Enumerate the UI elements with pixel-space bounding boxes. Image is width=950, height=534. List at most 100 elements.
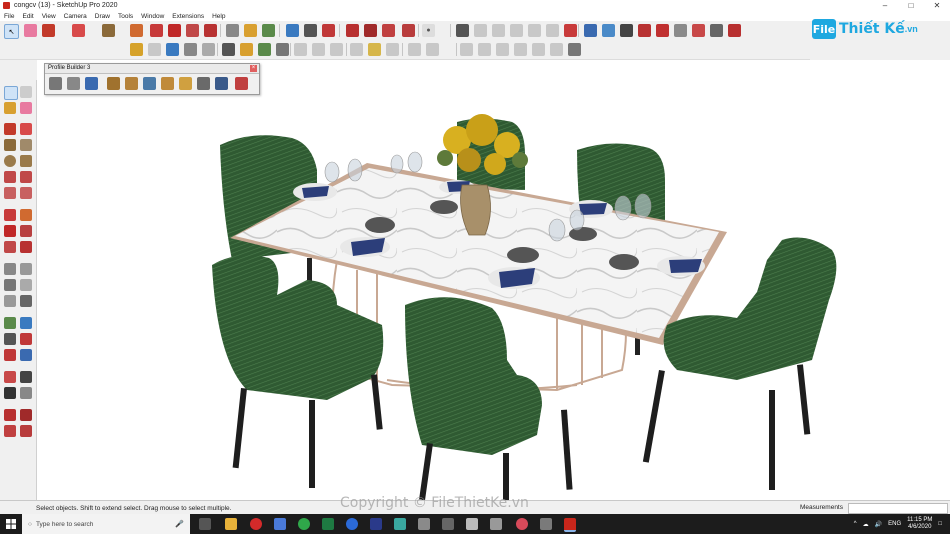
sandbox-icon[interactable]: [130, 43, 143, 56]
account-icon[interactable]: ●: [422, 24, 435, 37]
section-plane-icon[interactable]: [638, 24, 651, 37]
zoom-window-icon[interactable]: [20, 333, 32, 345]
file-explorer-icon[interactable]: [225, 518, 237, 530]
left-view-icon[interactable]: [564, 24, 577, 37]
scale-icon[interactable]: [4, 241, 16, 253]
scenes-icon[interactable]: [514, 43, 527, 56]
measurements-input[interactable]: [848, 503, 948, 514]
pb-path-icon[interactable]: [49, 77, 62, 90]
start-button[interactable]: [0, 514, 22, 534]
pb-profile-icon[interactable]: [125, 77, 138, 90]
zoom-extents-icon[interactable]: [4, 349, 16, 361]
front-center-chair[interactable]: [405, 297, 573, 500]
move-icon[interactable]: [4, 209, 16, 221]
menu-edit[interactable]: Edit: [18, 13, 37, 20]
app-icon-blue[interactable]: [274, 518, 286, 530]
look-around-icon[interactable]: [20, 371, 32, 383]
outliner-icon[interactable]: [496, 43, 509, 56]
chrome-icon[interactable]: [298, 518, 310, 530]
pb-delete-icon[interactable]: [235, 77, 248, 90]
top-view-icon[interactable]: [492, 24, 505, 37]
rectangle-tool-icon[interactable]: [102, 24, 115, 37]
move-tool-icon[interactable]: [150, 24, 163, 37]
zoom-tool-icon[interactable]: [304, 24, 317, 37]
pb-options-icon[interactable]: [215, 77, 228, 90]
rotated-rectangle-icon[interactable]: [20, 139, 32, 151]
app-icon-teal[interactable]: [394, 518, 406, 530]
hidden-line-icon[interactable]: [350, 43, 363, 56]
axes-tool-icon[interactable]: [674, 24, 687, 37]
menu-window[interactable]: Window: [137, 13, 168, 20]
offset-tool-icon[interactable]: [204, 24, 217, 37]
pb-assembly-icon[interactable]: [143, 77, 156, 90]
text-tool-icon[interactable]: [656, 24, 669, 37]
geo-location-icon[interactable]: [568, 43, 581, 56]
follow-me-icon[interactable]: [20, 225, 32, 237]
axes-icon[interactable]: [4, 295, 16, 307]
dimension-tool-icon[interactable]: [692, 24, 705, 37]
browser-icon[interactable]: [346, 518, 358, 530]
protractor-icon[interactable]: [710, 24, 723, 37]
app-icon-silver[interactable]: [490, 518, 502, 530]
camera-icon[interactable]: [456, 24, 469, 37]
add-detail-icon[interactable]: [202, 43, 215, 56]
rectangle-icon[interactable]: [4, 139, 16, 151]
layer-icon[interactable]: [426, 43, 439, 56]
layout-icon[interactable]: [382, 24, 395, 37]
position-camera-icon[interactable]: [4, 371, 16, 383]
layout-send-icon[interactable]: [20, 425, 32, 437]
shaded-icon[interactable]: [368, 43, 381, 56]
two-point-arc-icon[interactable]: [20, 171, 32, 183]
orbit-tool-icon[interactable]: [262, 24, 275, 37]
smoove-icon[interactable]: [148, 43, 161, 56]
position-camera-icon[interactable]: [602, 24, 615, 37]
pb-build-icon[interactable]: [107, 77, 120, 90]
task-view-icon[interactable]: [199, 518, 211, 530]
scale-tool-icon[interactable]: [186, 24, 199, 37]
menu-tools[interactable]: Tools: [114, 13, 137, 20]
wireframe-icon[interactable]: [330, 43, 343, 56]
extension-warehouse-icon[interactable]: [4, 425, 16, 437]
warehouse-icon[interactable]: [4, 409, 16, 421]
opera-icon[interactable]: [250, 518, 262, 530]
section-plane-icon[interactable]: [20, 387, 32, 399]
materials-icon[interactable]: [532, 43, 545, 56]
line-icon[interactable]: [4, 123, 16, 135]
minimize-button[interactable]: –: [872, 0, 898, 11]
front-view-icon[interactable]: [510, 24, 523, 37]
menu-help[interactable]: Help: [208, 13, 229, 20]
pb-report-icon[interactable]: [179, 77, 192, 90]
stamp-icon[interactable]: [166, 43, 179, 56]
polygon-icon[interactable]: [20, 155, 32, 167]
push-pull-tool-icon[interactable]: [130, 24, 143, 37]
eraser-icon[interactable]: [20, 102, 32, 114]
back-edges-icon[interactable]: [312, 43, 325, 56]
monochrome-icon[interactable]: [408, 43, 421, 56]
3d-text-icon[interactable]: [20, 295, 32, 307]
arc-icon[interactable]: [4, 171, 16, 183]
shadow-icon[interactable]: [222, 43, 235, 56]
taskbar-search-box[interactable]: ○ Type here to search 🎤: [22, 514, 190, 534]
profile-builder-close-icon[interactable]: ×: [250, 65, 257, 72]
eraser-tool-icon[interactable]: [24, 24, 37, 37]
menu-camera[interactable]: Camera: [60, 13, 91, 20]
calculator-icon[interactable]: [442, 518, 454, 530]
close-button[interactable]: ✕: [924, 0, 950, 11]
dimension-icon[interactable]: [20, 263, 32, 275]
component-icon[interactable]: [20, 86, 32, 98]
three-point-arc-icon[interactable]: [4, 187, 16, 199]
paint-bucket-icon[interactable]: [244, 24, 257, 37]
excel-icon[interactable]: [322, 518, 334, 530]
menu-view[interactable]: View: [38, 13, 60, 20]
walk-icon[interactable]: [4, 387, 16, 399]
volume-icon[interactable]: 🔊: [875, 521, 882, 528]
warehouse-icon[interactable]: [346, 24, 359, 37]
zoom-icon[interactable]: [4, 333, 16, 345]
3d-viewport[interactable]: [37, 60, 950, 500]
protractor-icon[interactable]: [4, 279, 16, 291]
look-around-icon[interactable]: [620, 24, 633, 37]
paint-icon[interactable]: [4, 102, 16, 114]
right-view-icon[interactable]: [528, 24, 541, 37]
freehand-tool-icon[interactable]: [72, 24, 85, 37]
rotate-tool-icon[interactable]: [168, 24, 181, 37]
